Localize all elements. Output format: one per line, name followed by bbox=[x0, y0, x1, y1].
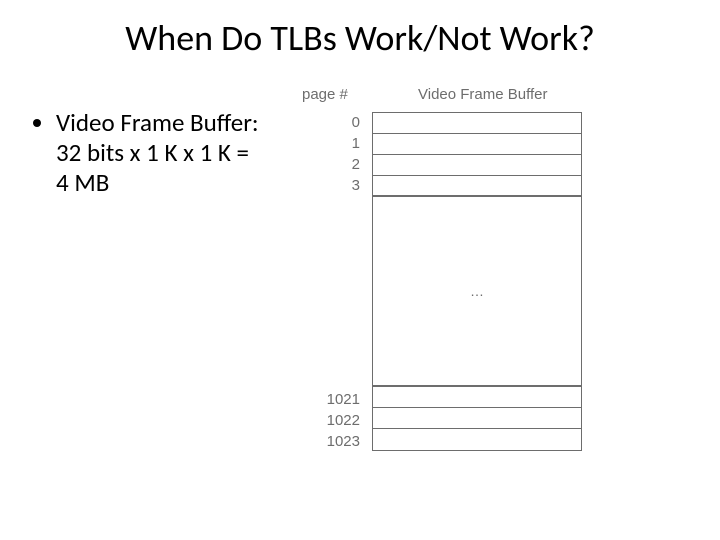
column-header-buffer: Video Frame Buffer bbox=[418, 86, 548, 103]
buffer-gap: … bbox=[373, 197, 581, 387]
page-label: 1022 bbox=[310, 412, 360, 429]
page-label: 1 bbox=[310, 135, 360, 152]
slide: When Do TLBs Work/Not Work? Video Frame … bbox=[0, 0, 720, 540]
bullet-list: Video Frame Buffer: 32 bits x 1 K x 1 K … bbox=[36, 108, 266, 198]
buffer-row bbox=[373, 408, 581, 429]
buffer-row bbox=[373, 176, 581, 197]
buffer-table: … bbox=[372, 112, 582, 451]
slide-title: When Do TLBs Work/Not Work? bbox=[0, 16, 720, 60]
buffer-row bbox=[373, 134, 581, 155]
page-label: 1023 bbox=[310, 433, 360, 450]
frame-buffer-diagram: page # Video Frame Buffer 0 1 2 3 1021 1… bbox=[280, 82, 690, 497]
buffer-row bbox=[373, 387, 581, 408]
page-label: 1021 bbox=[310, 391, 360, 408]
buffer-row bbox=[373, 113, 581, 134]
ellipsis: … bbox=[470, 283, 484, 299]
page-label: 0 bbox=[310, 114, 360, 131]
column-header-page: page # bbox=[302, 86, 348, 103]
buffer-row bbox=[373, 155, 581, 176]
bullet-item: Video Frame Buffer: 32 bits x 1 K x 1 K … bbox=[56, 108, 266, 198]
page-label: 2 bbox=[310, 156, 360, 173]
page-label: 3 bbox=[310, 177, 360, 194]
buffer-row bbox=[373, 429, 581, 450]
